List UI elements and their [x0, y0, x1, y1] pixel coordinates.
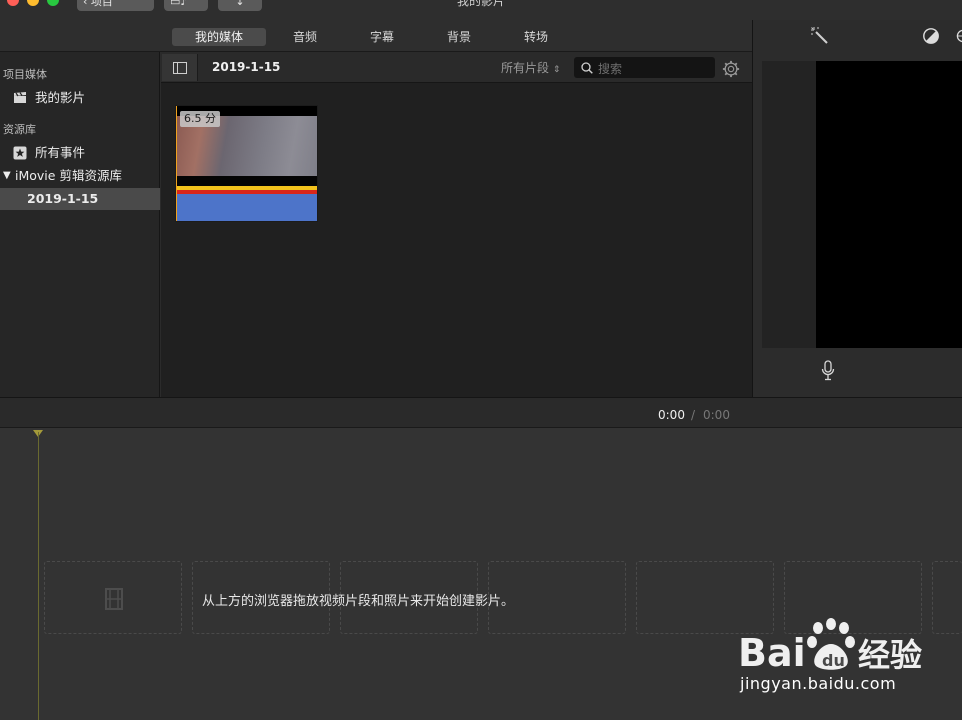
- color-correction-icon[interactable]: [955, 27, 962, 45]
- library-sidebar: 项目媒体 我的影片 资源库 所有事件 ▼ iMovie 剪辑资源库 2019-1…: [0, 52, 160, 397]
- sidebar-icon: [173, 62, 187, 74]
- timecode-separator: /: [691, 408, 696, 422]
- baidu-watermark: Bai du 经验 jingyan.baidu.com: [738, 616, 962, 720]
- tab-audio[interactable]: 音频: [278, 28, 332, 46]
- baidu-paw-logo: Bai du 经验: [738, 618, 922, 675]
- sidebar-item-event[interactable]: 2019-1-15: [0, 188, 160, 210]
- total-timecode: 0:00: [703, 408, 730, 422]
- media-browser: 2019-1-15 所有片段 ⇕ 搜索 6.5 分: [161, 52, 752, 397]
- clip-duration-badge: 6.5 分: [180, 111, 220, 127]
- star-icon: [13, 146, 27, 160]
- tab-my-media[interactable]: 我的媒体: [172, 28, 266, 46]
- color-balance-icon[interactable]: [922, 27, 940, 45]
- film-strip-icon: [105, 588, 123, 610]
- microphone-icon[interactable]: [821, 360, 835, 382]
- disclosure-triangle-icon[interactable]: ▼: [3, 165, 11, 187]
- search-field[interactable]: 搜索: [574, 57, 715, 78]
- event-title: 2019-1-15: [212, 60, 281, 74]
- chevron-updown-icon: ⇕: [552, 65, 561, 75]
- playhead[interactable]: [38, 432, 39, 720]
- timeline-placeholder-slot: [44, 561, 182, 634]
- section-project-media: 项目媒体: [3, 68, 47, 81]
- svg-text:经验: 经验: [858, 636, 922, 674]
- tab-backgrounds[interactable]: 背景: [432, 28, 486, 46]
- clip-frame-bar: [176, 176, 317, 186]
- current-timecode: 0:00: [658, 408, 685, 422]
- clip-audio-waveform: [176, 194, 317, 221]
- clip-filter-select[interactable]: 所有片段 ⇕: [501, 59, 560, 76]
- tab-transitions[interactable]: 转场: [509, 28, 563, 46]
- watermark-url: jingyan.baidu.com: [740, 674, 897, 693]
- search-placeholder: 搜索: [598, 62, 623, 76]
- browser-toolbar: 2019-1-15 所有片段 ⇕ 搜索: [161, 52, 752, 83]
- gear-icon[interactable]: [722, 60, 740, 78]
- media-tab-bar: 我的媒体 音频 字幕 背景 转场: [0, 20, 752, 52]
- timeline-empty-hint: 从上方的浏览器拖放视频片段和照片来开始创建影片。: [202, 594, 515, 609]
- svg-text:Bai: Bai: [738, 631, 806, 675]
- tab-titles[interactable]: 字幕: [355, 28, 409, 46]
- timeline-header: 0:00 / 0:00: [0, 397, 962, 428]
- sidebar-item-my-movie[interactable]: 我的影片: [0, 87, 160, 109]
- search-icon: [581, 62, 593, 74]
- viewer-panel: [752, 20, 962, 397]
- title-bar: ‹ 项目 ▭♪ ↓ 我的影片: [0, 0, 962, 20]
- clip-skimmer-marker: [176, 106, 177, 221]
- viewer-video-frame: [816, 61, 962, 348]
- svg-text:du: du: [822, 651, 845, 670]
- magic-wand-icon[interactable]: [810, 26, 830, 46]
- clapper-icon: [14, 92, 26, 103]
- sidebar-item-all-events[interactable]: 所有事件: [0, 142, 160, 164]
- toggle-sidebar-button[interactable]: [162, 54, 198, 81]
- video-clip-thumbnail[interactable]: 6.5 分: [175, 105, 318, 222]
- sidebar-item-library[interactable]: ▼ iMovie 剪辑资源库: [0, 165, 160, 187]
- section-libraries: 资源库: [3, 123, 36, 136]
- window-title: 我的影片: [456, 0, 505, 8]
